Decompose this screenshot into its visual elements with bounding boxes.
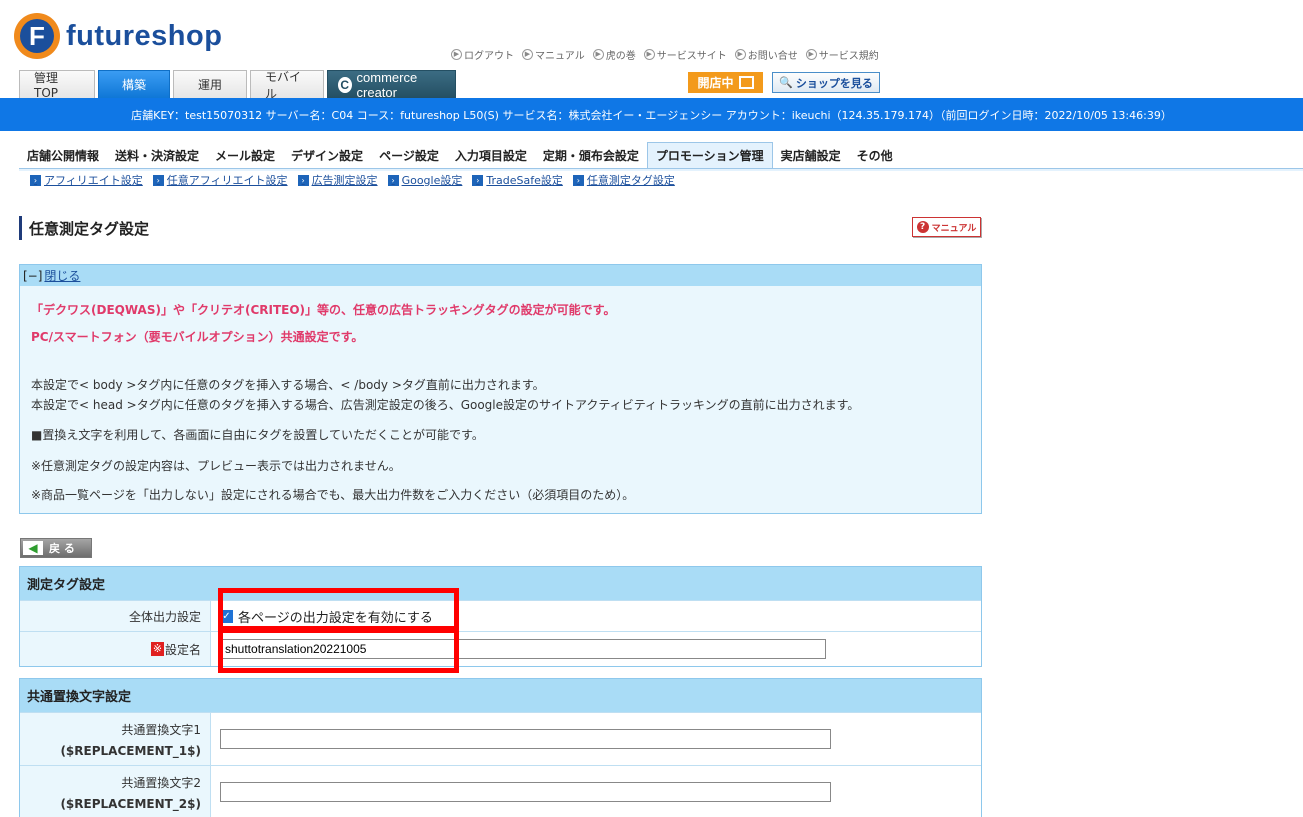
- arrow-right-icon: ›: [30, 174, 41, 186]
- subnav-page[interactable]: ページ設定: [371, 142, 447, 168]
- info-panel: [−] 閉じる 「デクワス(DEQWAS)」や「クリテオ(CRITEO)」等の、…: [19, 264, 982, 514]
- logo-letter: F: [20, 19, 54, 53]
- tab-mobile[interactable]: モバイル: [250, 70, 324, 101]
- highlight-box-setting-name: [218, 628, 459, 673]
- help-icon: ?: [916, 221, 929, 233]
- manual-button[interactable]: ? マニュアル: [912, 217, 981, 237]
- info-line-3: ■置換え文字を利用して、各画面に自由にタグを設置していただくことが可能です。: [31, 428, 484, 442]
- arrow-left-icon: ◀: [23, 541, 43, 555]
- link-custom-tag[interactable]: › 任意測定タグ設定: [572, 172, 675, 188]
- replacement-label-2: 共通置換文字2 ($REPLACEMENT_2$): [20, 766, 211, 817]
- subnav-design[interactable]: デザイン設定: [283, 142, 371, 168]
- back-button[interactable]: ◀ 戻 る: [20, 538, 92, 558]
- arrow-right-icon: ▶: [592, 49, 604, 60]
- replacement-body-2: [211, 766, 981, 817]
- tora-no-maki-link[interactable]: ▶ 虎の巻: [592, 47, 636, 62]
- replacement-row-1: 共通置換文字1 ($REPLACEMENT_1$): [20, 712, 981, 765]
- page-title: 任意測定タグ設定: [19, 216, 149, 240]
- logout-link[interactable]: ▶ ログアウト: [451, 47, 514, 62]
- arrow-right-icon: ›: [572, 174, 584, 186]
- promotion-sub-nav: › アフィリエイト設定 › 任意アフィリエイト設定 › 広告測定設定 › Google設…: [30, 172, 675, 188]
- service-site-link[interactable]: ▶ サービスサイト: [643, 47, 727, 62]
- tab-commerce-creator[interactable]: C commerce creator: [327, 70, 456, 100]
- commerce-creator-icon: C: [338, 76, 352, 93]
- info-line-5: ※商品一覧ページを「出力しない」設定にされる場合でも、最大出力件数をご入力くださ…: [31, 488, 635, 502]
- arrow-right-icon: ›: [472, 174, 484, 186]
- arrow-right-icon: ▶: [805, 49, 817, 60]
- info-red-line-1: 「デクワス(DEQWAS)」や「クリテオ(CRITEO)」等の、任意の広告トラッ…: [31, 303, 616, 317]
- sub-nav: 店舗公開情報 送料・決済設定 メール設定 デザイン設定 ページ設定 入力項目設定…: [19, 142, 901, 168]
- arrow-right-icon: ›: [297, 174, 309, 186]
- link-tradesafe[interactable]: › TradeSafe設定: [472, 172, 563, 188]
- replacement-section: 共通置換文字設定 共通置換文字1 ($REPLACEMENT_1$) 共通置換文…: [19, 678, 982, 817]
- highlight-box-checkbox: [218, 588, 459, 631]
- replacement-row-2: 共通置換文字2 ($REPLACEMENT_2$): [20, 765, 981, 817]
- magnifier-icon: 🔍: [779, 76, 793, 89]
- tag-settings-title: 測定タグ設定: [20, 567, 981, 600]
- replacement-input-2[interactable]: [220, 782, 831, 802]
- subnav-input-fields[interactable]: 入力項目設定: [447, 142, 535, 168]
- futureshop-logo[interactable]: F futureshop: [14, 12, 222, 60]
- replacement-body-1: [211, 713, 981, 765]
- arrow-right-icon: ▶: [734, 49, 746, 60]
- tab-build[interactable]: 構築: [98, 70, 170, 98]
- contact-link[interactable]: ▶ お問い合せ: [734, 47, 798, 62]
- link-affiliate[interactable]: › アフィリエイト設定: [30, 172, 143, 188]
- info-red-line-2: PC/スマートフォン（要モバイルオプション）共通設定です。: [31, 330, 364, 344]
- sub-nav-divider: [19, 168, 1303, 171]
- tag-settings-section: 測定タグ設定 全体出力設定 ✓ 各ページの出力設定を有効にする ※ 設定名: [19, 566, 982, 667]
- collapse-toggle[interactable]: [−]: [23, 269, 42, 283]
- subnav-other[interactable]: その他: [849, 142, 901, 168]
- arrow-right-icon: ›: [387, 174, 399, 186]
- view-shop-button[interactable]: 🔍 ショップを見る: [772, 72, 880, 93]
- logo-text: futureshop: [66, 19, 223, 52]
- link-google[interactable]: › Google設定: [387, 172, 462, 188]
- arrow-right-icon: ▶: [643, 49, 655, 60]
- replacement-input-1[interactable]: [220, 729, 831, 749]
- info-panel-header: [−] 閉じる: [20, 265, 981, 286]
- store-icon: [738, 76, 754, 89]
- subnav-promotion[interactable]: プロモーション管理: [646, 142, 773, 168]
- required-mark: ※: [150, 642, 164, 656]
- arrow-right-icon: ›: [152, 174, 164, 186]
- arrow-right-icon: ▶: [522, 49, 533, 60]
- info-line-1: 本設定で< body >タグ内に任意のタグを挿入する場合、< /body >タグ…: [31, 378, 545, 392]
- manual-link[interactable]: ▶ マニュアル: [522, 47, 585, 62]
- tab-operation[interactable]: 運用: [173, 70, 247, 98]
- subnav-mail[interactable]: メール設定: [207, 142, 283, 168]
- replacement-label-1: 共通置換文字1 ($REPLACEMENT_1$): [20, 713, 211, 765]
- top-links: ▶ ログアウト ▶ マニュアル ▶ 虎の巻 ▶ サービスサイト ▶ お問い合せ ▶ サービス…: [451, 47, 879, 62]
- logo-mark: F: [14, 13, 60, 59]
- output-setting-label: 全体出力設定: [20, 601, 211, 631]
- subnav-physical-store[interactable]: 実店舗設定: [773, 142, 849, 168]
- setting-name-label: ※ 設定名: [20, 632, 211, 666]
- link-ad-measurement[interactable]: › 広告測定設定: [297, 172, 378, 188]
- subnav-shop-info[interactable]: 店舗公開情報: [19, 142, 107, 168]
- subnav-subscription[interactable]: 定期・頒布会設定: [535, 142, 647, 168]
- arrow-right-icon: ▶: [451, 49, 462, 60]
- info-line-4: ※任意測定タグの設定内容は、プレビュー表示では出力されません。: [31, 459, 401, 473]
- close-link[interactable]: 閉じる: [44, 267, 80, 284]
- terms-link[interactable]: ▶ サービス規約: [805, 47, 879, 62]
- subnav-shipping-payment[interactable]: 送料・決済設定: [107, 142, 207, 168]
- replacement-title: 共通置換文字設定: [20, 679, 981, 712]
- info-line-2: 本設定で< head >タグ内に任意のタグを挿入する場合、広告測定設定の後ろ、G…: [31, 398, 860, 412]
- open-status-badge: 開店中: [688, 72, 763, 93]
- output-setting-row: 全体出力設定 ✓ 各ページの出力設定を有効にする: [20, 600, 981, 631]
- link-custom-affiliate[interactable]: › 任意アフィリエイト設定: [152, 172, 288, 188]
- setting-name-row: ※ 設定名: [20, 631, 981, 666]
- account-info-bar: 店舗KEY：test15070312 サーバー名：C04 コース：futures…: [0, 98, 1303, 131]
- tab-admin-top[interactable]: 管理TOP: [19, 70, 95, 100]
- main-tabs: 管理TOP 構築 運用 モバイル C commerce creator: [19, 70, 456, 101]
